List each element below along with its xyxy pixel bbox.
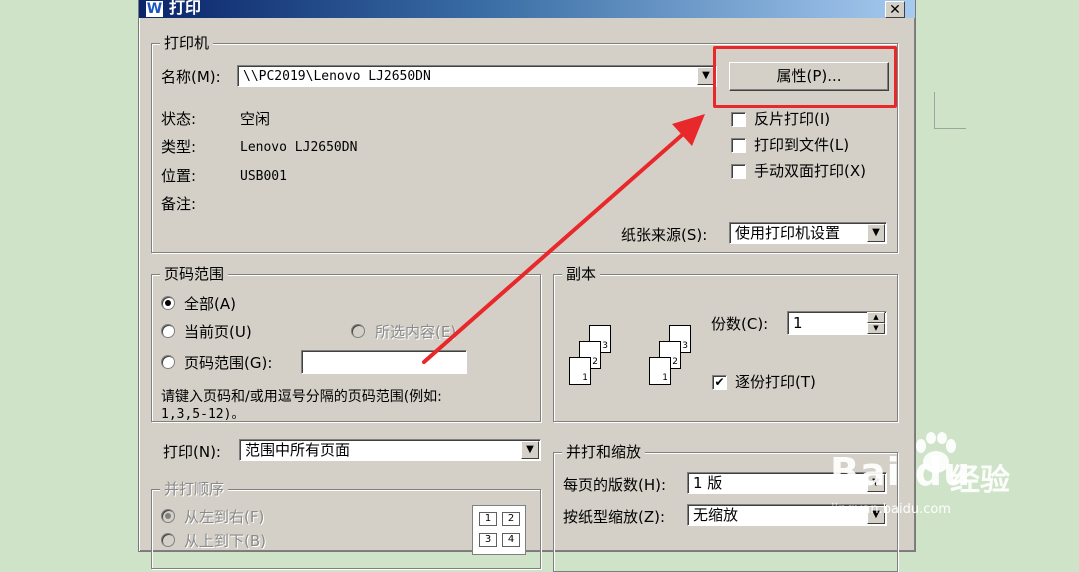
page-range-input[interactable] (301, 350, 467, 374)
status-label: 状态: (161, 110, 197, 128)
scale-value: 无缩放 (693, 506, 739, 524)
range-selection-label[interactable]: 所选内容(E) (375, 322, 456, 342)
manual-duplex-checkbox[interactable] (731, 164, 746, 179)
spin-down-icon[interactable]: ▼ (867, 323, 885, 334)
printer-name-select[interactable]: \\PC2019\Lenovo LJ2650DN ▼ (237, 65, 717, 87)
print-what-select[interactable]: 范围中所有页面 ▼ (239, 439, 541, 461)
printer-name-value: \\PC2019\Lenovo LJ2650DN (243, 69, 431, 84)
type-label: 类型: (161, 138, 197, 156)
range-all-label[interactable]: 全部(A) (184, 294, 236, 314)
range-selection-radio[interactable] (351, 324, 365, 338)
range-current-label[interactable]: 当前页(U) (184, 322, 252, 342)
type-value: Lenovo LJ2650DN (240, 140, 358, 155)
copies-count-input[interactable]: 1 ▲ ▼ (787, 311, 887, 335)
baidu-watermark: Bai du 经验 jingyan.baidu.com (822, 430, 1072, 530)
print-to-file-checkbox[interactable] (731, 138, 746, 153)
pages-per-sheet-value: 1 版 (693, 474, 723, 492)
range-pages-radio[interactable] (161, 355, 175, 369)
paper-source-select[interactable]: 使用打印机设置 ▼ (729, 222, 887, 244)
print-what-value: 范围中所有页面 (245, 441, 351, 459)
page-range-group-label: 页码范围 (160, 264, 229, 284)
order-left-to-right-radio[interactable] (161, 509, 175, 523)
order-left-to-right-label[interactable]: 从左到右(F) (184, 507, 264, 527)
scale-label: 按纸型缩放(Z): (563, 508, 666, 526)
reverse-print-label[interactable]: 反片打印(I) (754, 109, 830, 129)
background-line (934, 92, 935, 128)
print-to-file-label[interactable]: 打印到文件(L) (754, 135, 849, 155)
spin-up-icon[interactable]: ▲ (867, 312, 885, 323)
range-all-radio[interactable] (161, 296, 175, 310)
order-top-to-bottom-label[interactable]: 从上到下(B) (184, 531, 266, 551)
location-value: USB001 (240, 169, 287, 184)
properties-highlight-box (713, 46, 897, 108)
dropdown-arrow-icon[interactable]: ▼ (867, 224, 885, 242)
collate-checkbox[interactable]: ✔ (712, 375, 727, 390)
order-preview: 1 2 3 4 (472, 505, 526, 555)
page-icon: 1 (649, 357, 671, 385)
location-label: 位置: (161, 167, 197, 185)
pages-per-sheet-label: 每页的版数(H): (563, 476, 667, 494)
page-icon: 1 (569, 357, 591, 385)
printer-group-label: 打印机 (160, 33, 214, 53)
page-range-hint-line2: 1,3,5-12)。 (161, 407, 245, 422)
mini-page-icon: 1 (479, 512, 497, 526)
mini-page-icon: 4 (502, 533, 520, 547)
range-current-radio[interactable] (161, 324, 175, 338)
print-what-label: 打印(N): (163, 443, 221, 461)
dropdown-arrow-icon[interactable]: ▼ (521, 441, 539, 459)
range-pages-label[interactable]: 页码范围(G): (184, 353, 272, 373)
watermark-text: 经验 (950, 463, 1010, 498)
order-group-label: 并打顺序 (160, 479, 229, 499)
title-bar[interactable]: W 打印 ✕ (139, 0, 915, 18)
copies-count-value: 1 (793, 314, 803, 332)
zoom-group-label: 并打和缩放 (562, 442, 646, 462)
app-icon: W (146, 1, 163, 17)
reverse-print-checkbox[interactable] (731, 112, 746, 127)
status-value: 空闲 (240, 110, 271, 128)
comment-label: 备注: (161, 195, 197, 213)
mini-page-icon: 3 (479, 533, 497, 547)
printer-name-label: 名称(M): (161, 68, 221, 86)
dialog-title: 打印 (169, 0, 202, 17)
watermark-url: jingyan.baidu.com (831, 502, 951, 517)
paper-source-label: 纸张来源(S): (621, 226, 708, 244)
order-top-to-bottom-radio[interactable] (161, 533, 175, 547)
paper-source-value: 使用打印机设置 (735, 224, 841, 242)
mini-page-icon: 2 (502, 512, 520, 526)
page-range-hint-line1: 请键入页码和/或用逗号分隔的页码范围(例如: (161, 389, 442, 405)
copies-group-label: 副本 (562, 264, 601, 284)
manual-duplex-label[interactable]: 手动双面打印(X) (754, 161, 866, 181)
collate-label[interactable]: 逐份打印(T) (735, 372, 816, 392)
close-button[interactable]: ✕ (885, 1, 905, 18)
background-line (934, 128, 966, 129)
copies-count-label: 份数(C): (711, 315, 769, 333)
